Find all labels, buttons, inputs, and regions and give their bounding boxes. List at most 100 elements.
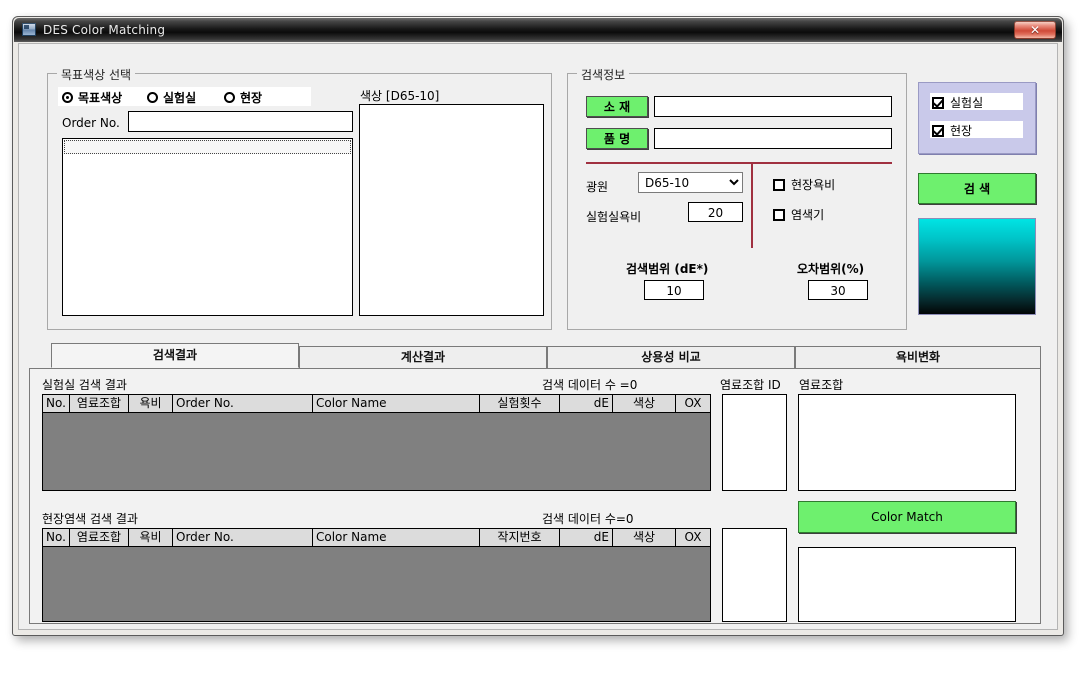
color-match-button[interactable]: Color Match	[798, 501, 1016, 533]
field-results-count: 검색 데이터 수=0	[542, 512, 634, 526]
lab-results-grid[interactable]: No. 염료조합 욕비 Order No. Color Name 실험횟수 dE…	[42, 394, 711, 491]
app-icon	[22, 23, 36, 36]
color-display-box	[359, 104, 544, 316]
radio-dot-icon	[147, 92, 158, 103]
lab-col-dye[interactable]: 염료조합	[70, 395, 129, 413]
checkbox-field-label: 현장	[950, 124, 973, 138]
dye-id-box-top[interactable]	[722, 394, 787, 491]
dye-combo-box-bottom[interactable]	[798, 547, 1016, 622]
search-info-group: 검색정보 소 재 품 명 광원 D65-10 실험실욕비 20 현장욕비 염색기…	[567, 66, 907, 330]
desktop-background: DES Color Matching ✕ 목표색상 선택 목표색상 실험실 현장…	[0, 0, 1081, 696]
dye-combo-box-top[interactable]	[798, 394, 1016, 491]
target-color-group-legend: 목표색상 선택	[57, 66, 136, 83]
dye-id-value-bottom	[723, 529, 786, 535]
checkbox-dyeing-machine-label: 염색기	[791, 208, 825, 222]
search-range-label: 검색범위 (dE*)	[626, 262, 709, 276]
order-no-label: Order No.	[62, 116, 120, 130]
material-button[interactable]: 소 재	[586, 96, 648, 117]
dye-id-label: 염료조합 ID	[720, 378, 781, 392]
lab-col-color[interactable]: 색상	[613, 395, 676, 413]
tolerance-input[interactable]: 30	[808, 280, 868, 300]
tolerance-label: 오차범위(%)	[797, 262, 865, 276]
lab-ratio-input[interactable]: 20	[688, 202, 743, 222]
tab-ratio-change[interactable]: 욕비변화	[795, 346, 1041, 368]
lab-col-ratio[interactable]: 욕비	[129, 395, 173, 413]
field-col-color[interactable]: 색상	[613, 529, 676, 547]
dye-id-value-top	[723, 395, 786, 401]
tolerance-value: 30	[830, 284, 846, 298]
field-results-caption: 현장염색 검색 결과	[42, 512, 138, 526]
field-col-order-no[interactable]: Order No.	[173, 529, 313, 547]
product-button[interactable]: 품 명	[586, 128, 648, 149]
search-range-value: 10	[666, 284, 682, 298]
search-info-group-legend: 검색정보	[577, 66, 630, 83]
window-title: DES Color Matching	[43, 23, 166, 37]
vertical-divider	[751, 162, 753, 248]
product-value	[655, 129, 891, 133]
radio-lab[interactable]: 실험실	[147, 89, 196, 106]
field-col-color-name[interactable]: Color Name	[313, 529, 480, 547]
target-color-listbox[interactable]	[62, 138, 353, 316]
tab-search-results[interactable]: 검색결과	[51, 343, 299, 368]
target-color-group: 목표색상 선택 목표색상 실험실 현장 Order No. 색상 [D65-10…	[47, 66, 552, 330]
field-col-job-no[interactable]: 작지번호	[480, 529, 560, 547]
scope-checkbox-panel: 실험실 현장	[918, 82, 1036, 154]
product-input[interactable]	[654, 128, 892, 149]
material-value	[655, 97, 891, 101]
lab-col-ox[interactable]: OX	[676, 395, 710, 413]
checkbox-field[interactable]: 현장	[932, 122, 972, 139]
checkbox-lab-label: 실험실	[950, 96, 984, 110]
field-col-no[interactable]: No.	[43, 529, 70, 547]
checkbox-box-icon	[932, 96, 944, 109]
field-col-ratio[interactable]: 욕비	[129, 529, 173, 547]
close-icon[interactable]: ✕	[1014, 21, 1056, 39]
listbox-header-row	[64, 140, 351, 154]
radio-dot-icon	[62, 92, 73, 103]
lab-results-caption: 실험실 검색 결과	[42, 378, 127, 392]
radio-target-color[interactable]: 목표색상	[62, 89, 122, 106]
field-col-dye[interactable]: 염료조합	[70, 529, 129, 547]
app-window: DES Color Matching ✕ 목표색상 선택 목표색상 실험실 현장…	[12, 16, 1064, 636]
field-col-ox[interactable]: OX	[676, 529, 710, 547]
lab-col-color-name[interactable]: Color Name	[313, 395, 480, 413]
dye-combo-label: 염료조합	[799, 378, 844, 392]
radio-target-color-label: 목표색상	[78, 91, 123, 105]
color-swatch-preview	[918, 218, 1036, 315]
title-bar: DES Color Matching ✕	[14, 18, 1062, 42]
field-col-de[interactable]: dE	[560, 529, 613, 547]
radio-field[interactable]: 현장	[224, 89, 262, 106]
field-results-grid[interactable]: No. 염료조합 욕비 Order No. Color Name 작지번호 dE…	[42, 528, 711, 622]
lab-col-de[interactable]: dE	[560, 395, 613, 413]
dye-id-box-bottom[interactable]	[722, 528, 787, 622]
order-no-input[interactable]	[128, 111, 353, 132]
tab-panel-search-results: 실험실 검색 결과 검색 데이터 수 =0 No. 염료조합 욕비 Order …	[29, 368, 1041, 624]
client-area: 목표색상 선택 목표색상 실험실 현장 Order No. 색상 [D65-10…	[18, 43, 1058, 630]
lab-col-no[interactable]: No.	[43, 395, 70, 413]
search-button[interactable]: 검 색	[918, 173, 1036, 204]
order-no-value	[129, 112, 352, 116]
search-range-input[interactable]: 10	[644, 280, 704, 300]
results-tabstrip: 검색결과 계산결과 상용성 비교 욕비변화 실험실 검색 결과 검색 데이터 수…	[29, 343, 1041, 624]
tab-compatibility-compare[interactable]: 상용성 비교	[547, 346, 795, 368]
light-source-select[interactable]: D65-10	[638, 172, 743, 193]
color-display-label: 색상 [D65-10]	[360, 89, 440, 103]
material-input[interactable]	[654, 96, 892, 117]
checkbox-lab[interactable]: 실험실	[932, 94, 983, 111]
lab-col-order-no[interactable]: Order No.	[173, 395, 313, 413]
radio-field-label: 현장	[240, 91, 263, 105]
tab-calculation-results[interactable]: 계산결과	[299, 346, 547, 368]
horizontal-divider	[586, 162, 892, 164]
dye-combo-value-top	[799, 395, 1015, 401]
light-source-label: 광원	[586, 180, 609, 194]
radio-lab-label: 실험실	[163, 91, 197, 105]
dye-combo-value-bottom	[799, 548, 1015, 554]
lab-col-test-count[interactable]: 실험횟수	[480, 395, 560, 413]
checkbox-box-icon	[932, 124, 944, 137]
checkbox-field-ratio[interactable]: 현장욕비	[773, 176, 835, 193]
checkbox-field-ratio-label: 현장욕비	[791, 178, 836, 192]
lab-ratio-value: 20	[707, 206, 724, 220]
checkbox-dyeing-machine[interactable]: 염색기	[773, 206, 824, 223]
lab-results-count: 검색 데이터 수 =0	[542, 378, 638, 392]
checkbox-box-icon	[773, 208, 785, 221]
radio-dot-icon	[224, 92, 235, 103]
